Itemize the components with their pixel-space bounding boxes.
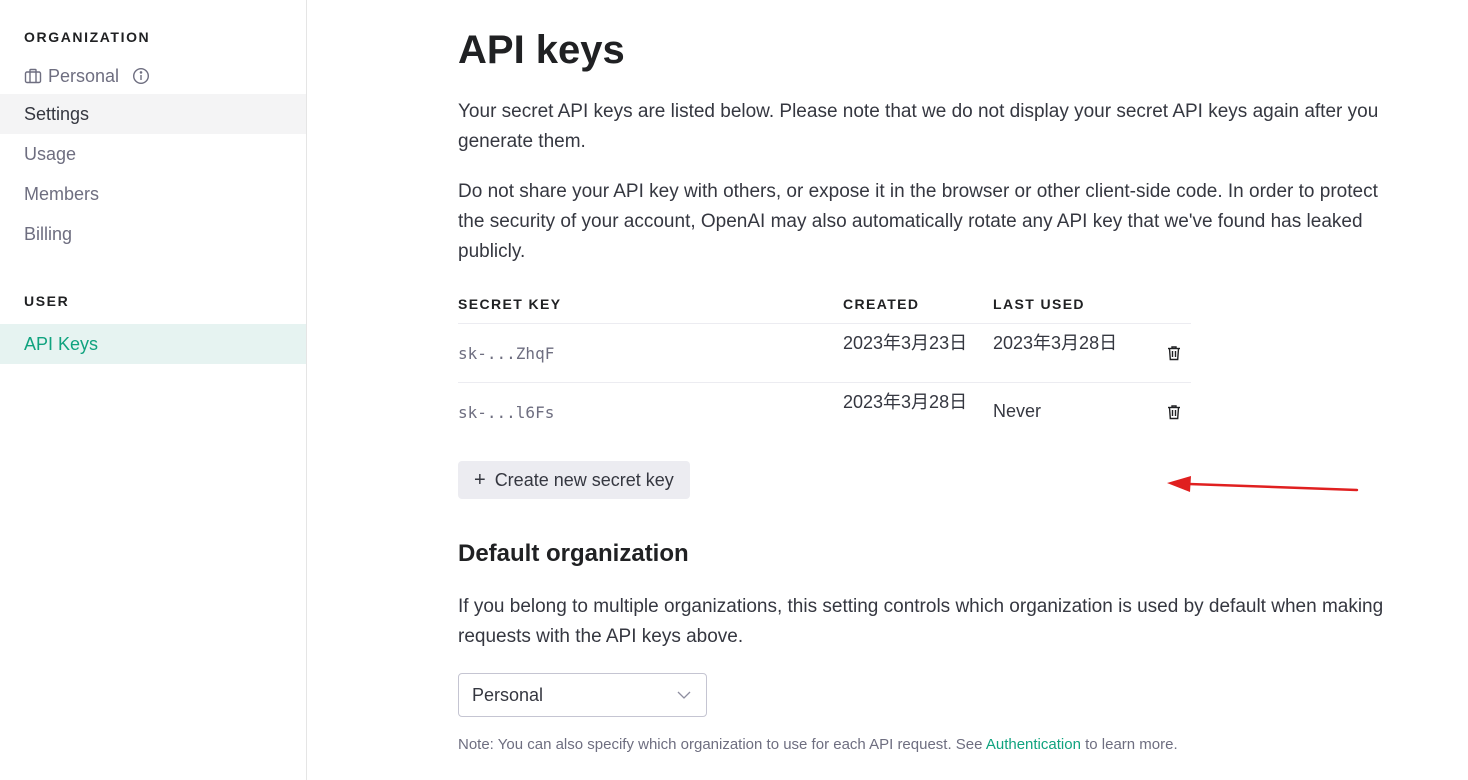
sidebar-item-members[interactable]: Members — [0, 174, 306, 214]
created-date: 2023年3月28日 — [843, 392, 968, 412]
created-date: 2023年3月23日 — [843, 333, 968, 353]
create-new-secret-key-button[interactable]: + Create new secret key — [458, 461, 690, 499]
intro-paragraph: Your secret API keys are listed below. P… — [458, 101, 1379, 152]
sidebar-item-settings[interactable]: Settings — [0, 94, 306, 134]
sidebar-item-billing[interactable]: Billing — [0, 214, 306, 254]
default-organization-select[interactable]: Personal — [458, 673, 707, 717]
last-used-date: Never — [993, 401, 1042, 421]
table-row: sk-...l6Fs 2023年3月28日 Never — [458, 382, 1191, 441]
plus-icon: + — [474, 468, 486, 491]
briefcase-icon — [24, 67, 42, 85]
column-header-created: CREATED — [843, 296, 920, 312]
authentication-link[interactable]: Authentication — [986, 736, 1081, 753]
note-prefix: Note: You can also specify which organiz… — [458, 736, 986, 753]
column-header-last-used: LAST USED — [993, 296, 1085, 312]
secret-key-value: sk-...l6Fs — [458, 403, 555, 422]
organization-note: Note: You can also specify which organiz… — [458, 736, 1178, 753]
column-header-secret-key: SECRET KEY — [458, 296, 562, 312]
selected-organization: Personal — [472, 684, 544, 705]
note-suffix: to learn more. — [1080, 736, 1178, 753]
trash-icon[interactable] — [1165, 403, 1183, 421]
sidebar-item-api-keys[interactable]: API Keys — [0, 324, 306, 364]
organization-section-title: ORGANIZATION — [24, 29, 151, 45]
trash-icon[interactable] — [1165, 344, 1183, 362]
default-organization-description: If you belong to multiple organizations,… — [458, 596, 1384, 647]
secret-key-value: sk-...ZhqF — [458, 344, 555, 363]
page-title: API keys — [458, 28, 625, 72]
security-paragraph: Do not share your API key with others, o… — [458, 181, 1378, 262]
default-organization-title: Default organization — [458, 540, 689, 567]
organization-switcher[interactable]: Personal — [24, 64, 150, 88]
sidebar-item-usage[interactable]: Usage — [0, 134, 306, 174]
red-arrow-annotation — [1167, 476, 1359, 492]
create-button-label: Create new secret key — [494, 469, 674, 490]
last-used-date: 2023年3月28日 — [993, 333, 1118, 353]
chevron-down-icon — [676, 687, 692, 703]
table-row: sk-...ZhqF 2023年3月23日 2023年3月28日 — [458, 323, 1191, 382]
organization-name: Personal — [48, 65, 120, 86]
sidebar: ORGANIZATION Personal Settings Usage Mem… — [0, 0, 307, 780]
info-icon[interactable] — [132, 67, 150, 85]
user-section-title: USER — [24, 293, 70, 309]
